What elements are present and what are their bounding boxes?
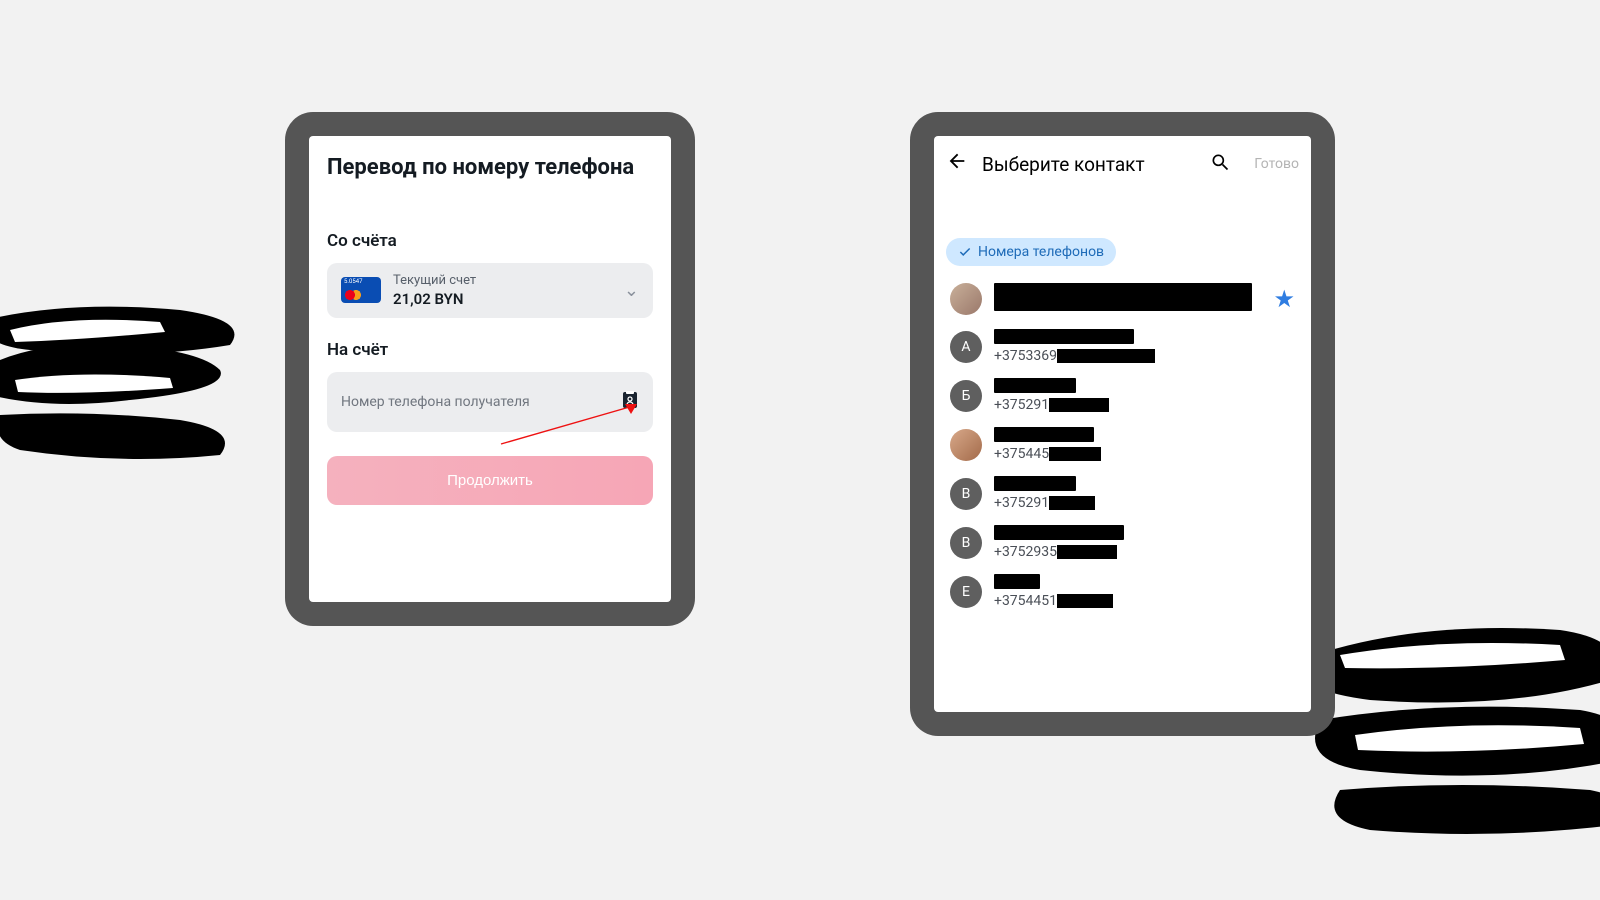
back-icon[interactable] [946,150,968,178]
contact-phone: +375291 [994,495,1295,511]
contact-body: +3752935 [994,525,1295,560]
contact-body: +375291 [994,378,1295,413]
contact-name-redacted [994,329,1134,344]
account-type: Текущий счет [393,273,612,288]
contact-body: +3753369 [994,329,1295,364]
avatar [950,283,982,315]
contact-name-redacted [994,525,1124,540]
star-icon: ★ [1273,285,1295,313]
card-icon: 5.0547 [341,277,381,303]
check-icon [958,245,972,259]
contact-picker-screen: Выберите контакт Готово Номера телефонов… [934,136,1311,712]
contact-row[interactable]: Б +375291 [940,371,1305,420]
filter-chip-row: Номера телефонов [934,232,1311,276]
contact-name-redacted [994,427,1094,442]
spacer [934,192,1311,232]
contact-phone: +3754451 [994,593,1295,609]
contacts-icon[interactable] [621,390,639,414]
contact-row[interactable]: Е +3754451 [940,567,1305,616]
contact-phone: +3752935 [994,544,1295,560]
contact-name-redacted [994,283,1252,311]
tablet-frame-transfer: Перевод по номеру телефона Со счёта 5.05… [285,112,695,626]
contact-body: +375291 [994,476,1295,511]
avatar: Б [950,380,982,412]
contact-row[interactable]: +375445 [940,420,1305,469]
avatar: В [950,478,982,510]
contact-row[interactable]: В +3752935 [940,518,1305,567]
avatar: А [950,331,982,363]
transfer-screen: Перевод по номеру телефона Со счёта 5.05… [309,136,671,602]
contact-phone: +375291 [994,397,1295,413]
contact-row[interactable]: А +3753369 [940,322,1305,371]
account-balance: 21,02 BYN [393,290,612,308]
contact-name-redacted [994,378,1076,393]
contact-name-redacted [994,574,1040,589]
phone-filter-chip[interactable]: Номера телефонов [946,238,1116,266]
contact-row[interactable]: В +375291 [940,469,1305,518]
picker-title: Выберите контакт [982,153,1196,176]
continue-button[interactable]: Продолжить [327,456,653,505]
chevron-down-icon: ⌄ [624,280,639,301]
to-account-label: На счёт [327,340,653,360]
contact-list[interactable]: ★ А +3753369 Б +375291 +375445 В +375291 В +37529… [934,276,1311,616]
contact-row[interactable]: ★ [940,276,1305,322]
contact-phone: +375445 [994,446,1295,462]
contact-body: +375445 [994,427,1295,462]
contact-body: +3754451 [994,574,1295,609]
contact-name-redacted [994,476,1076,491]
done-button[interactable]: Готово [1254,156,1299,172]
from-account-select[interactable]: 5.0547 Текущий счет 21,02 BYN ⌄ [327,263,653,318]
brush-decoration-left [0,250,300,500]
avatar: В [950,527,982,559]
page-title: Перевод по номеру телефона [327,154,653,183]
account-info: Текущий счет 21,02 BYN [393,273,612,308]
contact-body [994,283,1261,315]
tablet-frame-contacts: Выберите контакт Готово Номера телефонов… [910,112,1335,736]
chip-label: Номера телефонов [978,244,1104,260]
phone-placeholder: Номер телефона получателя [341,394,621,410]
from-account-label: Со счёта [327,231,653,251]
recipient-phone-input[interactable]: Номер телефона получателя [327,372,653,432]
search-icon[interactable] [1210,152,1230,177]
avatar [950,429,982,461]
picker-header: Выберите контакт Готово [934,136,1311,192]
contact-phone: +3753369 [994,348,1295,364]
avatar: Е [950,576,982,608]
